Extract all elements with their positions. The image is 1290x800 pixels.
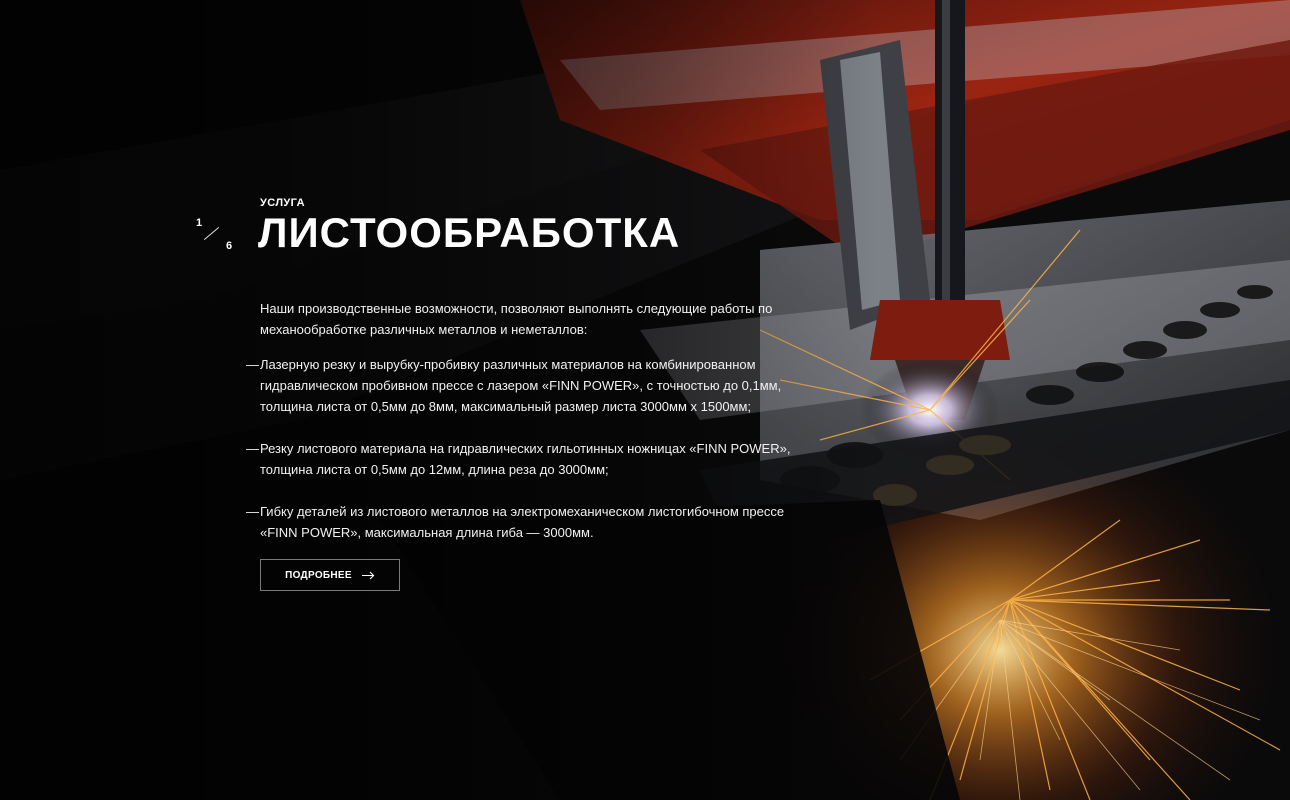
slide-total: 6 [226, 240, 233, 252]
more-button-label: ПОДРОБНЕЕ [285, 569, 352, 581]
arrow-right-icon [361, 571, 375, 579]
slide-divider [203, 227, 220, 240]
slide-counter: 1 6 [195, 216, 237, 252]
list-bullet: — [246, 357, 259, 372]
list-item: — Лазерную резку и вырубку-пробивку разл… [246, 354, 806, 417]
list-item-text: Лазерную резку и вырубку-пробивку различ… [260, 357, 782, 414]
service-feature-list: — Лазерную резку и вырубку-пробивку разл… [246, 354, 806, 564]
more-button[interactable]: ПОДРОБНЕЕ [260, 559, 400, 591]
list-item: — Резку листового материала на гидравлич… [246, 438, 806, 480]
service-intro: Наши производственные возможности, позво… [260, 301, 773, 337]
list-bullet: — [246, 504, 259, 519]
list-item-text: Гибку деталей из листового металлов на э… [260, 504, 785, 540]
slide-current: 1 [196, 217, 203, 229]
page-title: ЛИСТООБРАБОТКА [258, 209, 681, 256]
list-item-text: Резку листового материала на гидравличес… [260, 441, 791, 477]
list-item: — Гибку деталей из листового металлов на… [246, 501, 806, 543]
list-bullet: — [246, 441, 259, 456]
